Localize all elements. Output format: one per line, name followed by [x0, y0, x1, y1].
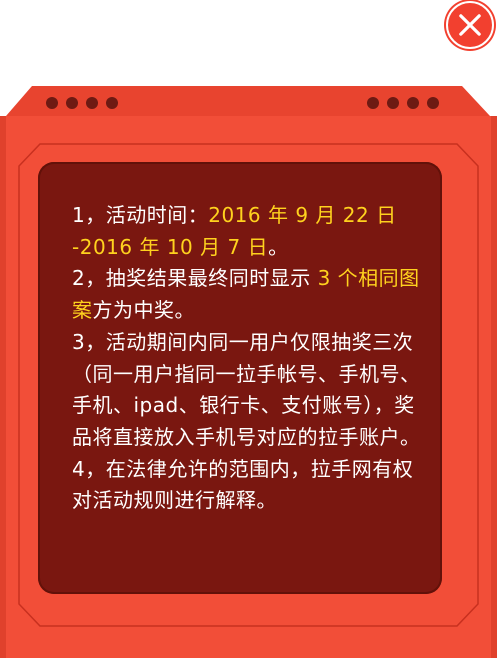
decorative-dots-right	[367, 97, 439, 109]
rules-panel: 1，活动时间：2016 年 9 月 22 日 -2016 年 10 月 7 日。…	[38, 162, 442, 594]
rule-2-label: 2，抽奖结果最终同时显示	[72, 266, 318, 291]
dot	[46, 97, 58, 109]
close-icon	[459, 14, 481, 36]
rule-3: 3，活动期间内同一用户仅限抽奖三次（同一用户指同一拉手帐号、手机号、手机、ipa…	[72, 329, 421, 449]
rule-2-suffix: 方为中奖。	[92, 298, 195, 323]
rule-1-suffix: 。	[268, 234, 289, 259]
rule-1-label: 1，活动时间：	[72, 203, 209, 227]
dot	[106, 97, 118, 109]
dot	[66, 97, 78, 109]
rule-4: 4，在法律允许的范围内，拉手网有权对活动规则进行解释。	[72, 456, 414, 513]
dot	[427, 97, 439, 109]
decorative-dots-left	[46, 97, 118, 109]
rules-card: 1，活动时间：2016 年 9 月 22 日 -2016 年 10 月 7 日。…	[0, 86, 497, 658]
rule-1: 1，活动时间：2016 年 9 月 22 日 -2016 年 10 月 7 日。	[72, 200, 422, 263]
dot	[407, 97, 419, 109]
dot	[367, 97, 379, 109]
dot	[86, 97, 98, 109]
rules-text: 1，活动时间：2016 年 9 月 22 日 -2016 年 10 月 7 日。…	[72, 200, 422, 517]
rule-2: 2，抽奖结果最终同时显示 3 个相同图案方为中奖。	[72, 263, 422, 326]
dot	[387, 97, 399, 109]
close-button[interactable]	[446, 1, 494, 49]
